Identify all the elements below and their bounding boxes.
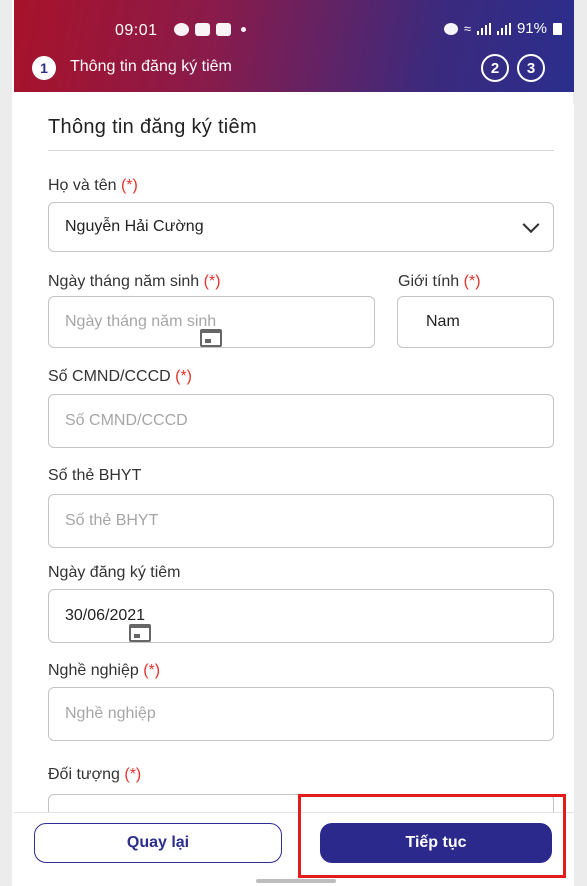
divider [48,150,554,151]
step-1-indicator[interactable]: 1 [32,56,56,80]
full-name-value: Nguyễn Hải Cường [65,218,204,235]
gender-label-text: Giới tính [398,273,460,290]
insurance-label: Số thẻ BHYT [48,467,141,485]
form-card: Thông tin đăng ký tiêm Họ và tên (*) Ngu… [14,92,574,820]
chevron-down-icon [522,216,540,234]
step-3-indicator[interactable]: 3 [517,54,545,82]
occupation-label-text: Nghề nghiệp [48,662,139,679]
shield-icon [174,23,189,36]
wifi-icon: ≈ [463,21,471,36]
battery-percent: 91% [516,20,547,37]
required-mark: (*) [175,368,193,385]
calendar-icon[interactable] [129,624,152,642]
required-mark: (*) [120,177,138,194]
dot-icon [241,27,246,32]
dob-placeholder: Ngày tháng năm sinh [65,313,217,330]
signal-icon-2 [496,22,511,35]
id-number-input[interactable]: Số CMND/CCCD [48,394,554,448]
calendar-icon[interactable] [200,329,223,347]
required-mark: (*) [463,273,481,290]
stepper: 1 Thông tin đăng ký tiêm 2 3 [14,52,574,84]
signal-icon [476,22,491,35]
dob-label-text: Ngày tháng năm sinh [48,273,200,290]
occupation-input[interactable]: Nghề nghiệp [48,687,554,741]
frame-edge-right [573,0,587,886]
required-mark: (*) [203,273,221,290]
dob-label: Ngày tháng năm sinh (*) [48,273,221,291]
status-time: 09:01 [115,22,158,39]
step-title: Thông tin đăng ký tiêm [70,58,232,75]
step-2-indicator[interactable]: 2 [481,54,509,82]
notification-icons [174,23,246,36]
target-group-label-text: Đối tượng [48,766,120,783]
gender-select[interactable]: Nam [397,296,554,348]
register-date-input[interactable]: 30/06/2021 [48,589,554,643]
gender-value: Nam [426,313,460,330]
target-group-label: Đối tượng (*) [48,766,141,784]
occupation-label: Nghề nghiệp (*) [48,662,160,680]
battery-icon [553,22,562,35]
footer-actions: Quay lại Tiếp tục [14,812,574,886]
gender-label: Giới tính (*) [398,273,481,291]
id-number-label: Số CMND/CCCD (*) [48,368,192,386]
section-title: Thông tin đăng ký tiêm [48,116,257,138]
required-mark: (*) [124,766,142,783]
register-date-value: 30/06/2021 [65,607,146,624]
full-name-label-text: Họ và tên [48,177,117,194]
occupation-placeholder: Nghề nghiệp [65,705,156,722]
required-mark: (*) [143,662,161,679]
insurance-label-text: Số thẻ BHYT [48,467,142,484]
id-number-placeholder: Số CMND/CCCD [65,412,188,429]
zalo-icon [216,23,231,36]
full-name-select[interactable]: Nguyễn Hải Cường [48,202,554,252]
full-name-label: Họ và tên (*) [48,177,138,195]
gallery-icon [195,23,210,36]
header: 09:01 ≈ 91% 1 Thông tin đăng ký tiêm 2 3 [14,0,574,92]
register-date-label-text: Ngày đăng ký tiêm [48,564,181,581]
status-right: ≈ 91% [443,20,562,37]
id-number-label-text: Số CMND/CCCD [48,368,171,385]
insurance-placeholder: Số thẻ BHYT [65,512,159,529]
continue-button[interactable]: Tiếp tục [320,823,552,863]
back-button[interactable]: Quay lại [34,823,282,863]
app-frame: 09:01 ≈ 91% 1 Thông tin đăng ký tiêm 2 3 [0,0,587,886]
alarm-icon [443,22,458,35]
register-date-label: Ngày đăng ký tiêm [48,564,181,582]
dob-input[interactable]: Ngày tháng năm sinh [48,296,375,348]
frame-edge-left [0,0,12,886]
insurance-input[interactable]: Số thẻ BHYT [48,494,554,548]
status-bar: 09:01 ≈ 91% [14,18,574,42]
home-indicator [256,879,336,883]
